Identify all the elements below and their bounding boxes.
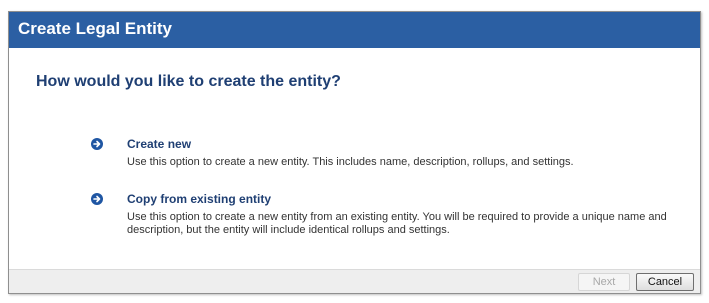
- dialog-footer: Next Cancel: [9, 269, 700, 293]
- dialog-titlebar: Create Legal Entity: [9, 12, 700, 48]
- dialog-question: How would you like to create the entity?: [36, 73, 341, 90]
- option-copy-existing-description: Use this option to create a new entity f…: [127, 211, 667, 236]
- create-legal-entity-dialog: Create Legal Entity How would you like t…: [8, 11, 701, 294]
- option-copy-existing-title[interactable]: Copy from existing entity: [127, 192, 271, 206]
- cancel-button[interactable]: Cancel: [636, 273, 694, 291]
- dialog-title: Create Legal Entity: [18, 19, 172, 38]
- option-create-new-description: Use this option to create a new entity. …: [127, 156, 574, 168]
- arrow-right-circle-icon[interactable]: [91, 193, 103, 205]
- arrow-right-circle-icon[interactable]: [91, 138, 103, 150]
- next-button[interactable]: Next: [578, 273, 630, 291]
- option-create-new-title[interactable]: Create new: [127, 137, 191, 151]
